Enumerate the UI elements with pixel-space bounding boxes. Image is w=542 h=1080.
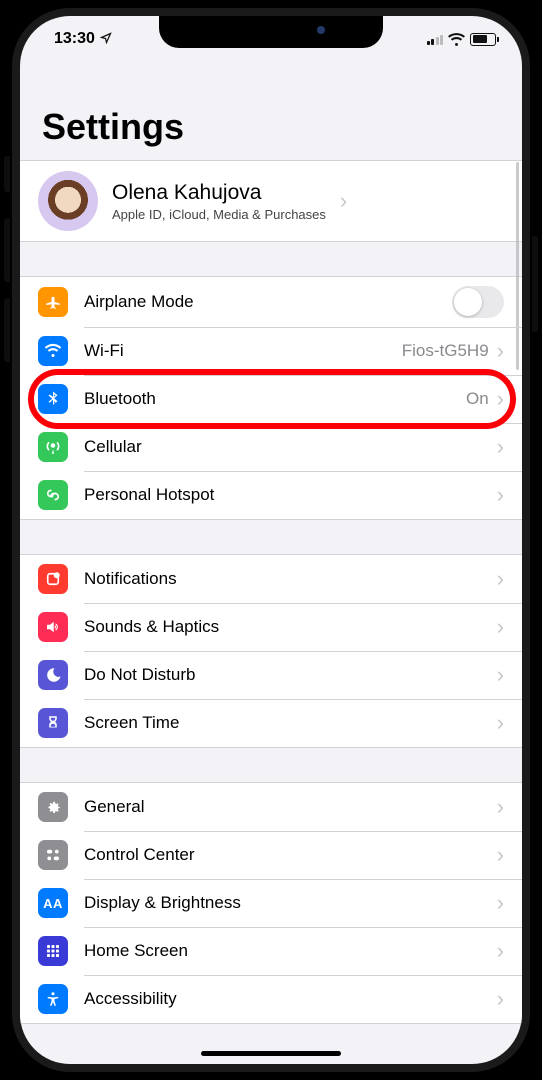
row-accessibility[interactable]: Accessibility › [20,975,522,1023]
bluetooth-icon [38,384,68,414]
profile-name: Olena Kahujova [112,181,326,205]
chevron-right-icon: › [340,190,347,212]
location-icon [100,32,112,47]
chevron-right-icon: › [497,892,504,914]
chevron-right-icon: › [497,616,504,638]
profile-sub: Apple ID, iCloud, Media & Purchases [112,207,326,222]
home-screen-icon [38,936,68,966]
chevron-right-icon: › [497,844,504,866]
row-label: Accessibility [84,989,497,1009]
profile-group: Olena Kahujova Apple ID, iCloud, Media &… [20,160,522,242]
avatar [38,171,98,231]
accessibility-icon [38,984,68,1014]
profile-row[interactable]: Olena Kahujova Apple ID, iCloud, Media &… [20,161,522,241]
notifications-group: Notifications › Sounds & Haptics › [20,554,522,748]
home-indicator[interactable] [201,1051,341,1056]
notch [159,16,383,48]
airplane-icon [38,287,68,317]
screentime-icon [38,708,68,738]
row-airplane-mode[interactable]: Airplane Mode [20,277,522,327]
row-display-brightness[interactable]: AA Display & Brightness › [20,879,522,927]
connectivity-group: Airplane Mode Wi-Fi Fios-tG5H9 › [20,276,522,520]
row-label: Sounds & Haptics [84,617,497,637]
row-cellular[interactable]: Cellular › [20,423,522,471]
wifi-icon [448,33,465,46]
general-icon [38,792,68,822]
hotspot-icon [38,480,68,510]
row-label: Home Screen [84,941,497,961]
chevron-right-icon: › [497,796,504,818]
airplane-toggle[interactable] [452,286,504,318]
wifi-settings-icon [38,336,68,366]
row-general[interactable]: General › [20,783,522,831]
row-label: General [84,797,497,817]
row-screen-time[interactable]: Screen Time › [20,699,522,747]
row-control-center[interactable]: Control Center › [20,831,522,879]
row-label: Screen Time [84,713,497,733]
sounds-icon [38,612,68,642]
row-sounds[interactable]: Sounds & Haptics › [20,603,522,651]
control-center-icon [38,840,68,870]
row-label: Do Not Disturb [84,665,497,685]
row-personal-hotspot[interactable]: Personal Hotspot › [20,471,522,519]
row-bluetooth[interactable]: Bluetooth On › [20,375,522,423]
row-label: Bluetooth [84,389,466,409]
row-do-not-disturb[interactable]: Do Not Disturb › [20,651,522,699]
chevron-right-icon: › [497,484,504,506]
row-label: Wi-Fi [84,341,402,361]
row-value: On [466,389,489,409]
row-label: Airplane Mode [84,292,452,312]
chevron-right-icon: › [497,664,504,686]
row-notifications[interactable]: Notifications › [20,555,522,603]
row-home-screen[interactable]: Home Screen › [20,927,522,975]
status-time: 13:30 [54,30,95,48]
row-label: Display & Brightness [84,893,497,913]
display-icon: AA [38,888,68,918]
row-value: Fios-tG5H9 [402,341,489,361]
row-wifi[interactable]: Wi-Fi Fios-tG5H9 › [20,327,522,375]
row-label: Notifications [84,569,497,589]
general-group: General › Control Center › AA [20,782,522,1024]
chevron-right-icon: › [497,388,504,410]
row-label: Cellular [84,437,497,457]
phone-frame: 13:30 Settings [12,8,530,1072]
cellular-icon [38,432,68,462]
chevron-right-icon: › [497,988,504,1010]
chevron-right-icon: › [497,568,504,590]
chevron-right-icon: › [497,340,504,362]
battery-icon [470,33,496,46]
row-label: Personal Hotspot [84,485,497,505]
chevron-right-icon: › [497,436,504,458]
dnd-icon [38,660,68,690]
row-label: Control Center [84,845,497,865]
chevron-right-icon: › [497,940,504,962]
chevron-right-icon: › [497,712,504,734]
notifications-icon [38,564,68,594]
page-title: Settings [20,62,522,160]
cell-signal-icon [427,33,444,45]
